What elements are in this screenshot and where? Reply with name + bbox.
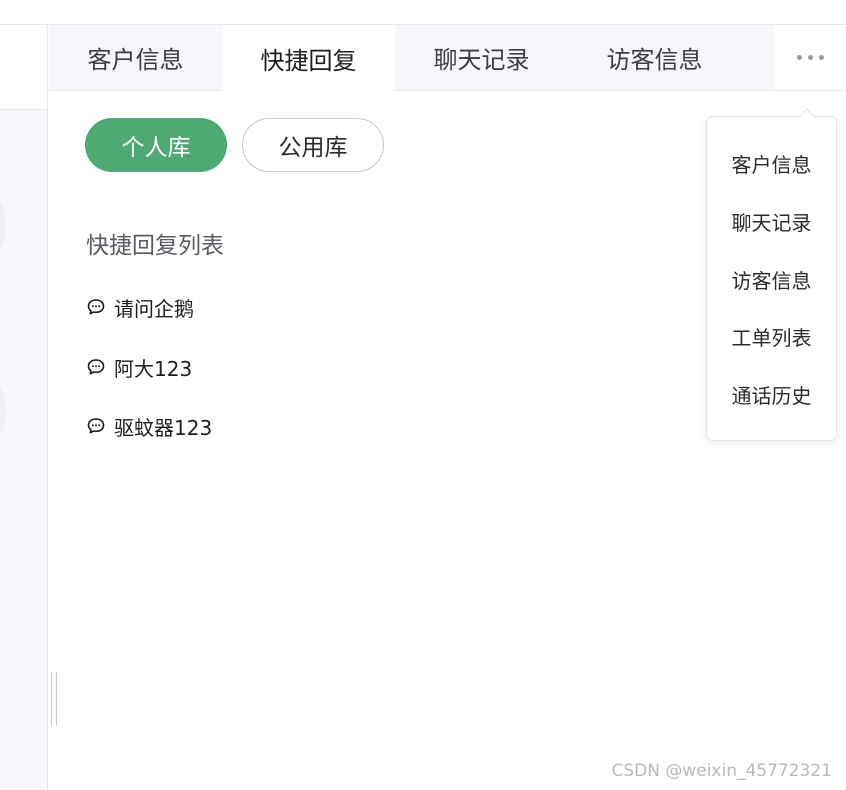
quick-reply-panel: 客户信息 快捷回复 聊天记录 访客信息 个人库 公用库 快捷回复列表 请问企鹅 … xyxy=(0,0,846,790)
top-strip xyxy=(0,0,846,25)
watermark: CSDN @weixin_45772321 xyxy=(611,761,832,781)
quick-reply-text: 驱蚊器123 xyxy=(114,415,213,440)
more-dots-icon xyxy=(807,55,813,60)
message-bubble-edge xyxy=(0,199,6,251)
conversation-pane-edge xyxy=(0,25,48,790)
tab-visitor-info[interactable]: 访客信息 xyxy=(568,25,741,90)
quick-reply-text: 阿大123 xyxy=(114,356,193,381)
more-tabs-dropdown: 客户信息 聊天记录 访客信息 工单列表 通话历史 xyxy=(706,116,837,441)
conversation-pane-header xyxy=(0,25,47,110)
menu-item-chat-history[interactable]: 聊天记录 xyxy=(707,201,836,241)
chat-bubble-icon xyxy=(87,418,105,434)
menu-item-call-history[interactable]: 通话历史 xyxy=(707,374,836,414)
menu-item-customer-info[interactable]: 客户信息 xyxy=(707,143,836,183)
more-dots-icon xyxy=(818,55,824,60)
resize-handle[interactable] xyxy=(51,672,57,726)
menu-item-visitor-info[interactable]: 访客信息 xyxy=(707,259,836,299)
tab-chat-history[interactable]: 聊天记录 xyxy=(395,25,568,90)
more-dots-icon xyxy=(796,55,802,60)
quick-reply-text: 请问企鹅 xyxy=(114,296,194,321)
quick-reply-item[interactable]: 请问企鹅 xyxy=(86,292,194,322)
menu-item-ticket-list[interactable]: 工单列表 xyxy=(707,316,836,356)
message-bubble-edge xyxy=(0,385,6,437)
chat-bubble-icon xyxy=(87,359,105,375)
personal-library-button[interactable]: 个人库 xyxy=(85,118,227,172)
more-tabs-button[interactable] xyxy=(774,25,846,90)
quick-reply-item[interactable]: 阿大123 xyxy=(86,352,192,382)
info-tab-bar: 客户信息 快捷回复 聊天记录 访客信息 xyxy=(49,25,846,91)
tab-customer-info[interactable]: 客户信息 xyxy=(49,25,222,90)
quick-reply-item[interactable]: 驱蚊器123 xyxy=(86,411,212,441)
quick-reply-list-title: 快捷回复列表 xyxy=(86,233,224,259)
public-library-button[interactable]: 公用库 xyxy=(242,118,384,172)
tab-quick-reply[interactable]: 快捷回复 xyxy=(222,25,395,91)
chat-bubble-icon xyxy=(87,299,105,315)
